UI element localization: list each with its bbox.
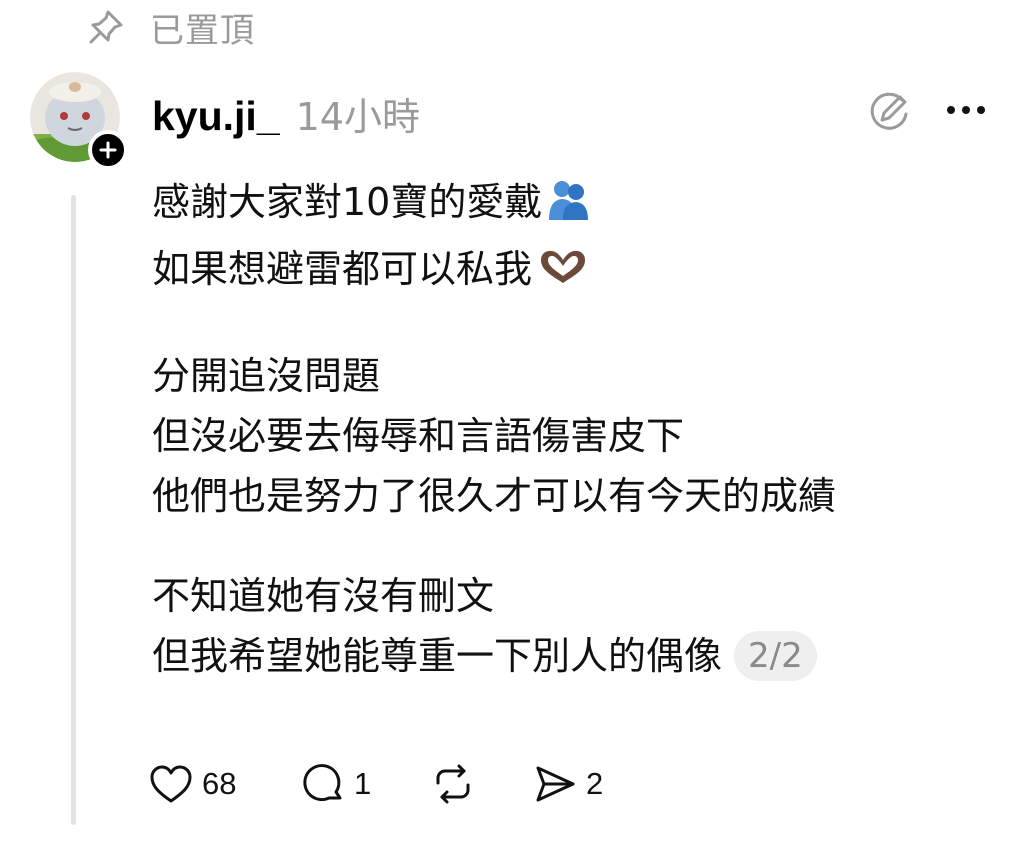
heart-hands-emoji (536, 245, 590, 306)
post-text: 如果想避雷都可以私我 (152, 247, 533, 291)
post-header: kyu.ji_ 14小時 (152, 86, 420, 142)
post-line: 感謝大家對10寶的愛戴 (152, 172, 1002, 239)
repost-icon (436, 764, 470, 804)
pinned-label: 已置頂 (150, 10, 255, 51)
repost-button[interactable] (430, 761, 532, 807)
post-text: 感謝大家對10寶的愛戴 (152, 180, 543, 224)
reply-button[interactable]: 1 (300, 761, 430, 807)
post-line: 不知道她有沒有刪文 (152, 574, 495, 618)
author-avatar-container[interactable] (30, 72, 128, 170)
post-line: 他們也是努力了很久才可以有今天的成績 (152, 474, 837, 518)
follow-button[interactable] (88, 130, 128, 170)
heart-icon (150, 765, 192, 803)
share-count: 2 (586, 766, 604, 801)
post-body: 感謝大家對10寶的愛戴 如果想避雷都可以私我 分開追沒問題 但沒必要去侮辱和言語… (152, 172, 1002, 686)
send-icon (536, 766, 575, 802)
reply-count: 1 (354, 766, 372, 801)
thread-line (71, 195, 76, 825)
like-count: 68 (202, 766, 237, 801)
post-line: 如果想避雷都可以私我 (152, 239, 1002, 306)
post-text: 但我希望她能尊重一下別人的偶像 (152, 634, 723, 678)
pinned-indicator: 已置頂 (86, 2, 255, 52)
timestamp: 14小時 (295, 95, 420, 139)
post-actions: 68 1 2 (148, 758, 603, 810)
post-line: 但沒必要去侮辱和言語傷害皮下 (152, 414, 685, 458)
page-indicator[interactable]: 2/2 (734, 631, 817, 681)
edit-icon[interactable] (866, 88, 912, 134)
comment-icon (303, 764, 342, 802)
plus-icon (99, 141, 117, 159)
pin-icon (86, 7, 126, 47)
post-line: 但我希望她能尊重一下別人的偶像 2/2 (152, 626, 1002, 686)
people-hugging-emoji (546, 178, 590, 239)
post-line: 分開追沒問題 (152, 354, 381, 398)
share-button[interactable]: 2 (532, 761, 603, 807)
like-button[interactable]: 68 (148, 761, 300, 807)
more-icon[interactable] (944, 92, 988, 128)
username[interactable]: kyu.ji_ (152, 93, 280, 140)
